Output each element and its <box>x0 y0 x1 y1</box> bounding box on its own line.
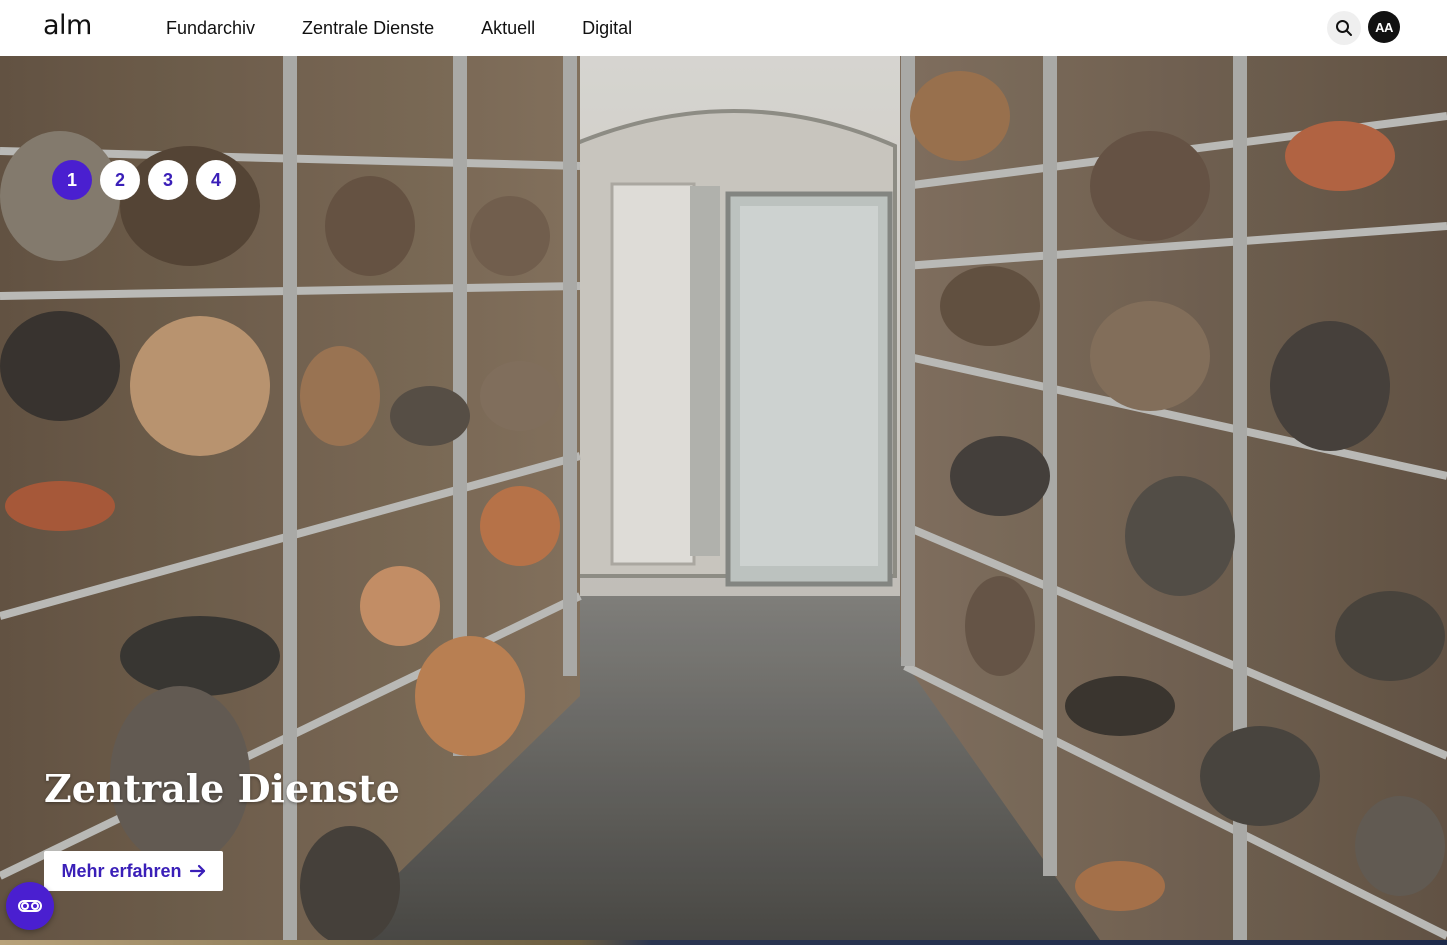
cta-label: Mehr erfahren <box>61 860 182 881</box>
slide-dot-2[interactable]: 2 <box>100 160 140 200</box>
nav-item-fundarchiv[interactable]: Fundarchiv <box>166 18 255 39</box>
search-icon <box>1336 20 1352 36</box>
slide-pager: 1 2 3 4 <box>52 160 236 200</box>
nav-item-zentrale-dienste[interactable]: Zentrale Dienste <box>302 18 434 39</box>
site-header: alm Fundarchiv Zentrale Dienste Aktuell … <box>0 0 1447 56</box>
arrow-right-icon <box>189 864 205 878</box>
mehr-erfahren-button[interactable]: Mehr erfahren <box>44 851 223 891</box>
nav-item-aktuell[interactable]: Aktuell <box>481 18 535 39</box>
accessibility-toggle-button[interactable] <box>6 882 54 930</box>
text-size-button[interactable]: AA <box>1368 11 1400 43</box>
slide-dot-4[interactable]: 4 <box>196 160 236 200</box>
next-section-edge <box>0 940 1447 945</box>
slide-dot-1[interactable]: 1 <box>52 160 92 200</box>
nav-item-digital[interactable]: Digital <box>582 18 632 39</box>
accessibility-toggle-icon <box>18 900 42 912</box>
search-button[interactable] <box>1327 11 1361 45</box>
slide-dot-3[interactable]: 3 <box>148 160 188 200</box>
main-nav: Fundarchiv Zentrale Dienste Aktuell Digi… <box>166 0 679 56</box>
hero-title: Zentrale Dienste <box>44 766 400 811</box>
site-logo[interactable]: alm <box>43 10 92 41</box>
